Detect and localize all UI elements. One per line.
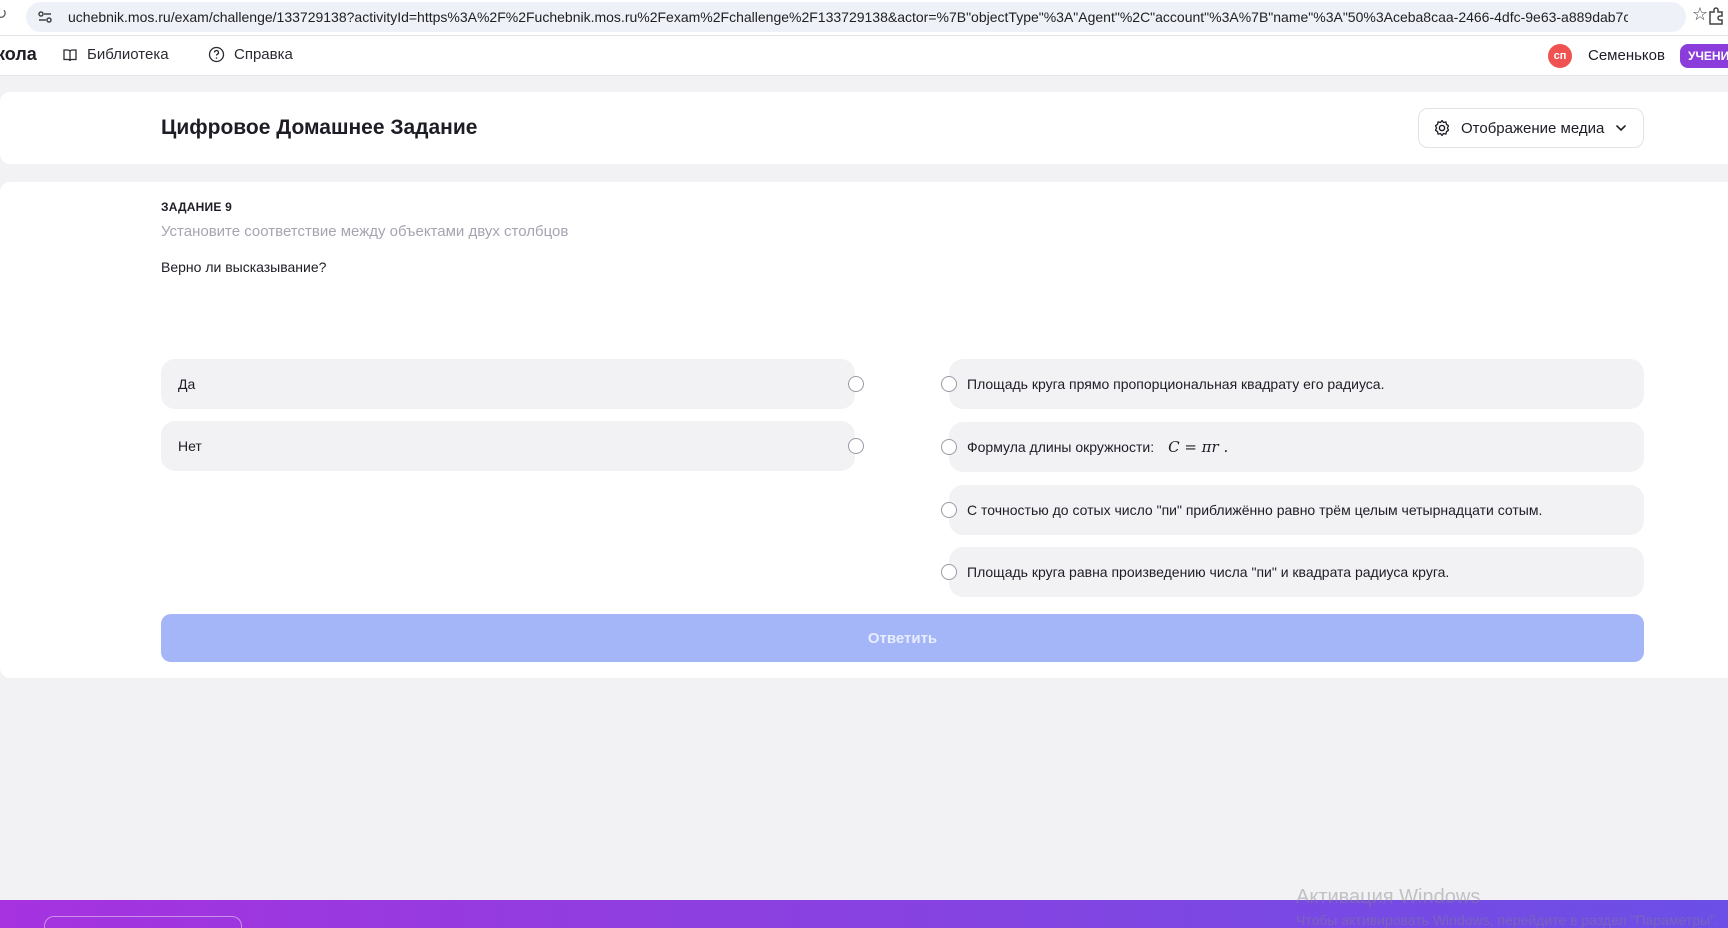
left-option-yes[interactable]: Да: [161, 359, 864, 409]
right-option-2[interactable]: Формула длины окружности: C = πr .: [941, 422, 1644, 472]
task-number: ЗАДАНИЕ 9: [161, 200, 232, 214]
radio-button[interactable]: [848, 376, 864, 392]
nav-library[interactable]: Библиотека: [62, 46, 169, 63]
user-avatar[interactable]: сп: [1548, 44, 1572, 68]
right-option-4[interactable]: Площадь круга равна произведению числа "…: [941, 547, 1644, 597]
task-question: Верно ли высказывание?: [161, 259, 327, 275]
submit-answer-button[interactable]: Ответить: [161, 614, 1644, 662]
reload-icon[interactable]: ↻: [0, 4, 7, 24]
right-option-label: Площадь круга равна произведению числа "…: [967, 564, 1450, 580]
url-text[interactable]: uchebnik.mos.ru/exam/challenge/133729138…: [68, 9, 1628, 25]
left-option-no[interactable]: Нет: [161, 421, 864, 471]
right-option-label: Площадь круга прямо пропорциональная ква…: [967, 376, 1385, 392]
task-card: ЗАДАНИЕ 9 Установите соответствие между …: [0, 182, 1728, 678]
task-instruction: Установите соответствие между объектами …: [161, 223, 569, 240]
media-display-label: Отображение медиа: [1461, 119, 1605, 137]
app-header: кола Библиотека Справка сп Семеньков УЧЕ…: [0, 36, 1728, 76]
right-option-label: Формула длины окружности:: [967, 439, 1155, 455]
right-option-label: С точностью до сотых число "пи" приближё…: [967, 502, 1543, 518]
left-option-label: Да: [178, 376, 196, 392]
radio-button[interactable]: [941, 439, 957, 455]
nav-help[interactable]: Справка: [208, 46, 293, 63]
help-circle-icon: [208, 46, 225, 63]
role-badge: УЧЕНИК: [1680, 44, 1728, 68]
radio-button[interactable]: [848, 438, 864, 454]
right-option-3[interactable]: С точностью до сотых число "пи" приближё…: [941, 485, 1644, 535]
user-name[interactable]: Семеньков: [1588, 47, 1665, 64]
formula: C = πr .: [1168, 438, 1229, 456]
windows-activation-watermark: Активация Windows: [1296, 886, 1481, 908]
nav-help-label: Справка: [234, 46, 293, 63]
media-display-button[interactable]: Отображение медиа: [1418, 108, 1644, 148]
page-title: Цифровое Домашнее Задание: [161, 116, 478, 139]
nav-library-label: Библиотека: [87, 46, 169, 63]
title-card: Цифровое Домашнее Задание Отображение ме…: [0, 92, 1728, 164]
browser-toolbar: ↻ uchebnik.mos.ru/exam/challenge/1337291…: [0, 0, 1728, 36]
extensions-icon[interactable]: [1706, 6, 1726, 26]
brand-logo-text[interactable]: кола: [0, 44, 37, 65]
radio-button[interactable]: [941, 376, 957, 392]
book-icon: [63, 48, 77, 61]
radio-button[interactable]: [941, 564, 957, 580]
radio-button[interactable]: [941, 502, 957, 518]
left-option-label: Нет: [178, 438, 202, 454]
right-option-1[interactable]: Площадь круга прямо пропорциональная ква…: [941, 359, 1644, 409]
footer-button[interactable]: [44, 916, 242, 928]
site-settings-icon[interactable]: [36, 8, 54, 26]
chevron-down-icon: [1616, 125, 1627, 132]
gear-icon: [1434, 119, 1450, 137]
address-bar[interactable]: uchebnik.mos.ru/exam/challenge/133729138…: [26, 2, 1686, 32]
windows-activation-hint: Чтобы активировать Windows, перейдите в …: [1296, 912, 1719, 928]
